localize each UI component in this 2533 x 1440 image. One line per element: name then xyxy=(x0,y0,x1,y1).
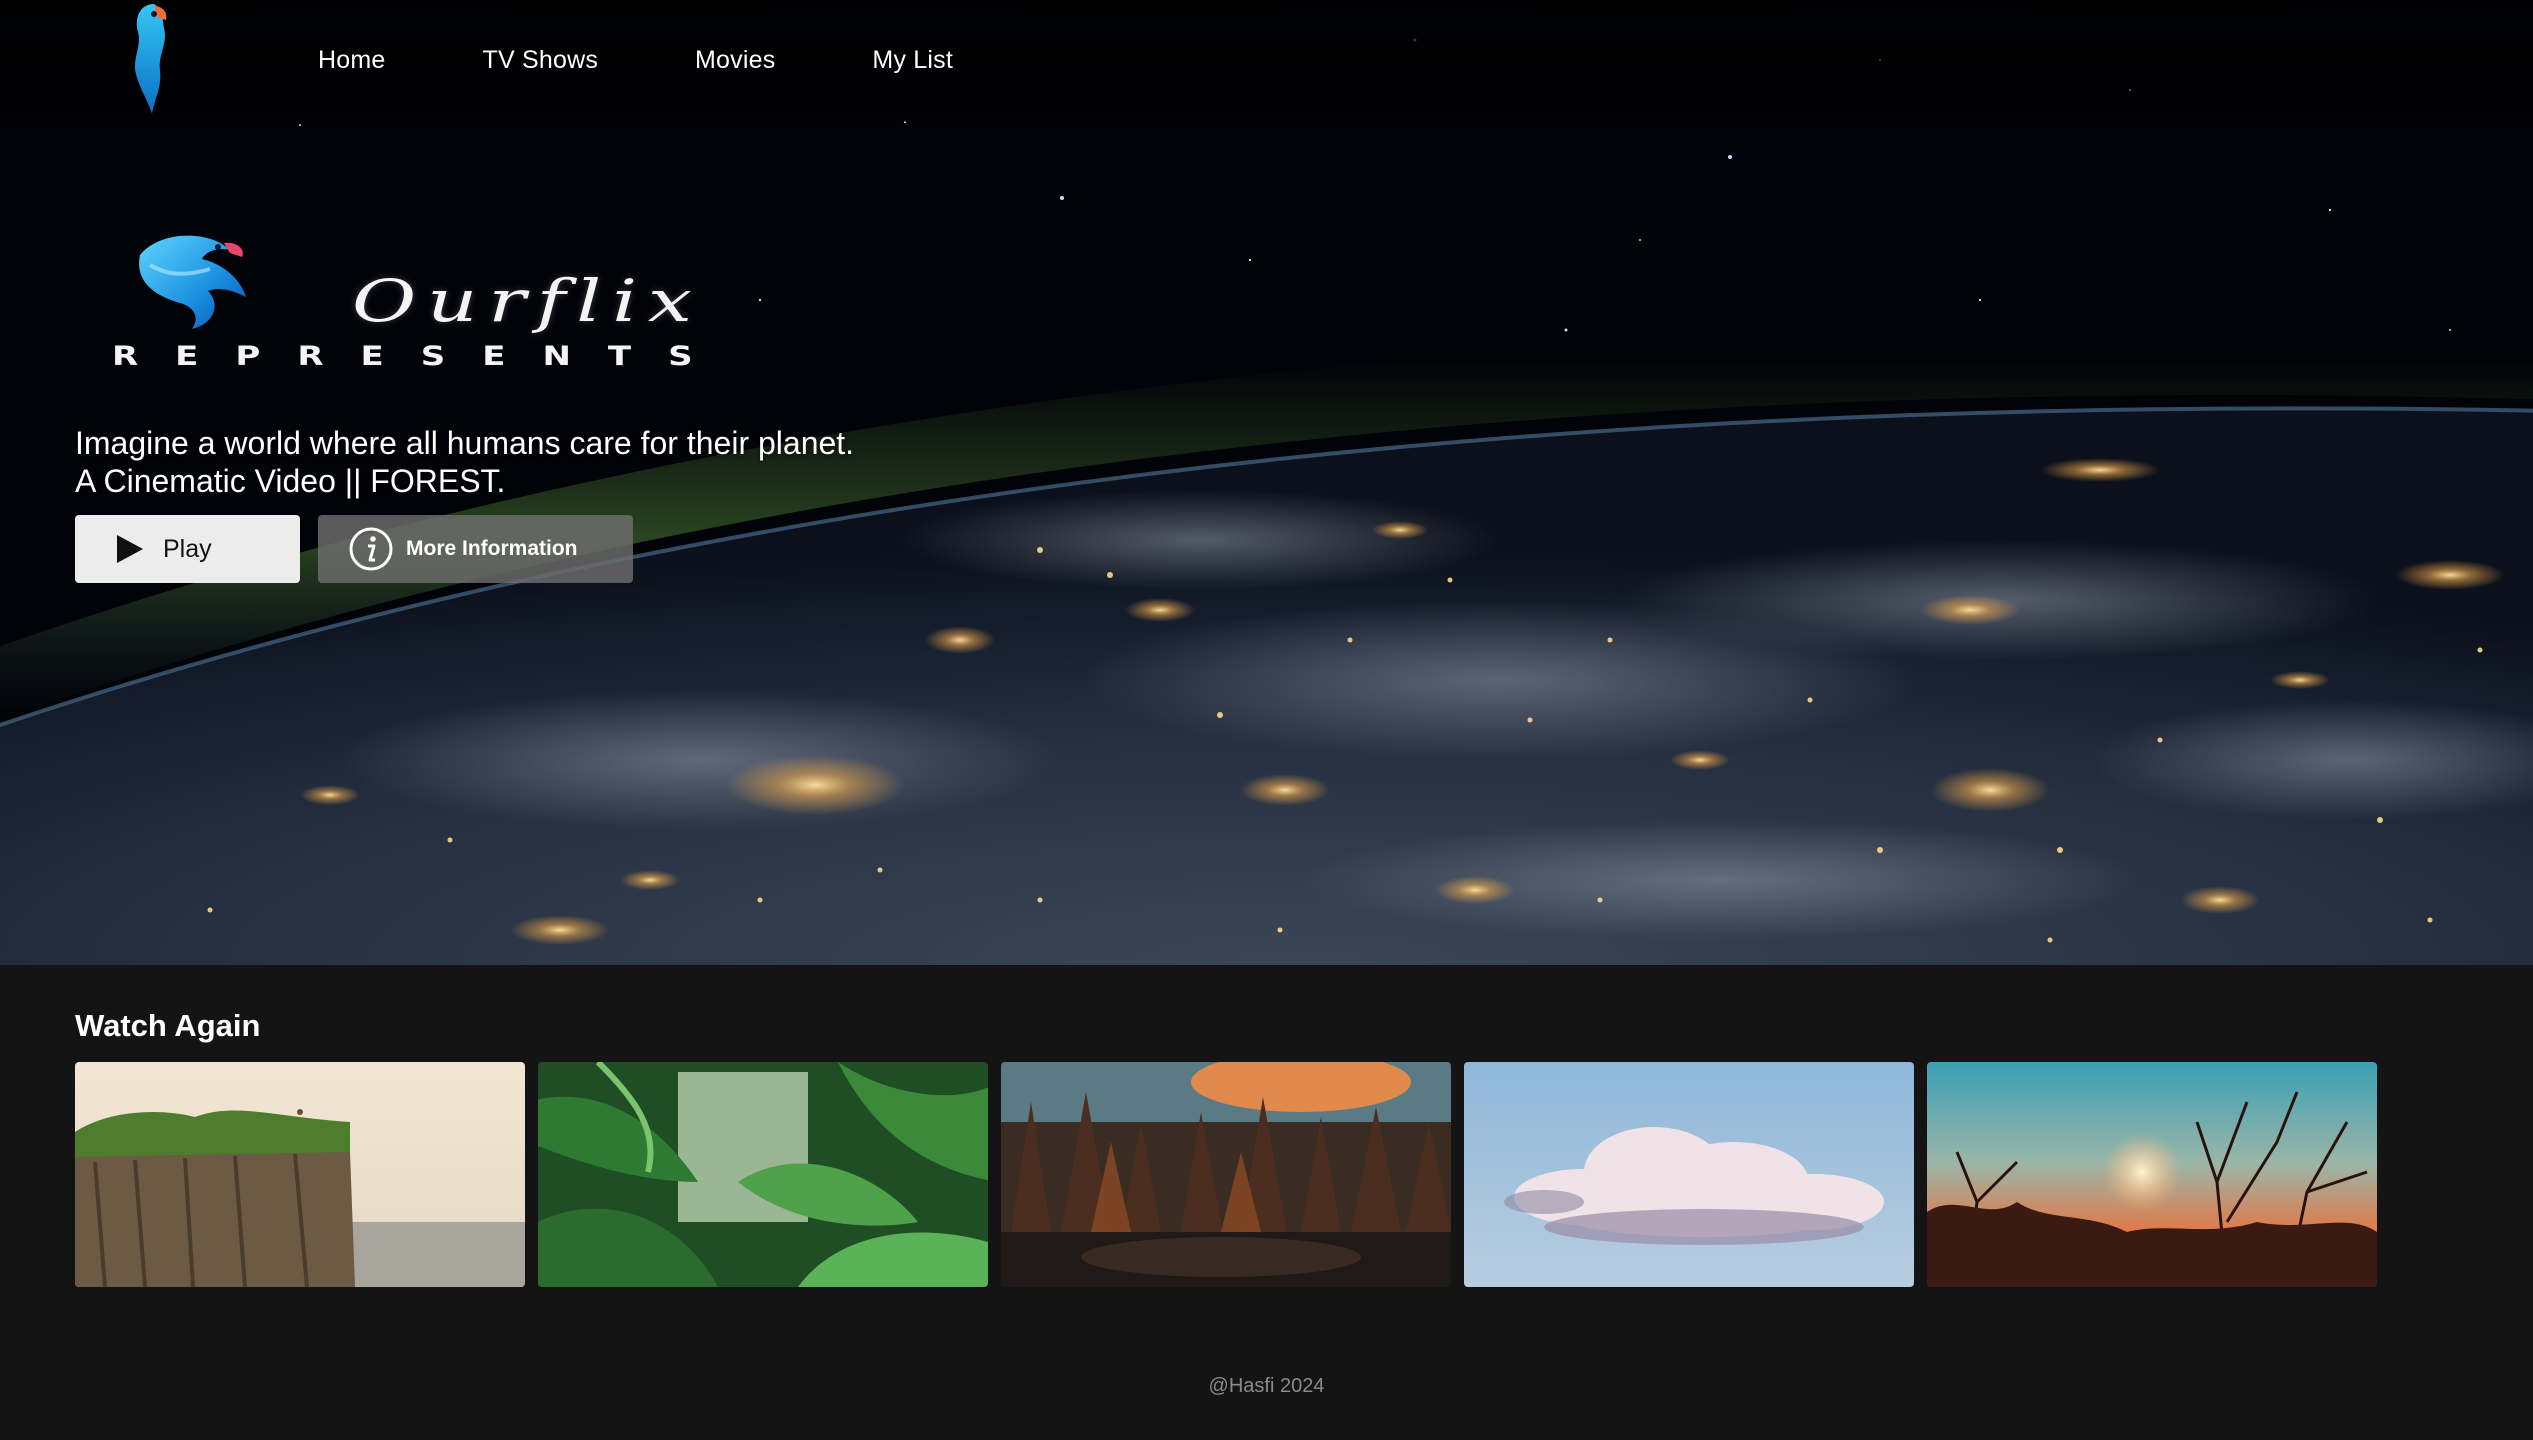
hero-actions: Play More Information xyxy=(75,515,633,583)
parrot-logo-icon[interactable] xyxy=(118,0,178,118)
watch-again-row xyxy=(75,1062,2377,1287)
footer-copyright: @Hasfi 2024 xyxy=(1208,1375,1325,1397)
nav-my-list[interactable]: My List xyxy=(872,42,953,78)
play-button-label: Play xyxy=(163,534,212,563)
play-icon xyxy=(117,535,143,563)
hero-description-line-1: Imagine a world where all humans care fo… xyxy=(75,425,855,461)
parrot-bird-icon xyxy=(139,235,246,329)
nav-movies[interactable]: Movies xyxy=(695,42,775,78)
cloud-sky-thumbnail[interactable] xyxy=(1464,1062,1914,1287)
nav-tv-shows[interactable]: TV Shows xyxy=(483,42,599,78)
brand-tagline: REPRESENTS xyxy=(112,341,730,373)
brand-name: Ourflix xyxy=(352,267,703,335)
cliff-ocean-thumbnail[interactable] xyxy=(75,1062,525,1287)
play-button[interactable]: Play xyxy=(75,515,300,583)
jungle-leaves-thumbnail[interactable] xyxy=(538,1062,988,1287)
watch-again-title: Watch Again xyxy=(75,1008,261,1043)
sunset-branches-thumbnail[interactable] xyxy=(1927,1062,2377,1287)
top-navbar: Home TV Shows Movies My List xyxy=(0,0,2533,122)
autumn-forest-lake-thumbnail[interactable] xyxy=(1001,1062,1451,1287)
more-information-button[interactable]: More Information xyxy=(318,515,633,583)
nav-home[interactable]: Home xyxy=(318,42,386,78)
hero-description-line-2: A Cinematic Video || FOREST. xyxy=(75,463,506,499)
hero-banner: Home TV Shows Movies My List Ourflix REP… xyxy=(0,0,2533,965)
hero-description: Imagine a world where all humans care fo… xyxy=(75,424,854,500)
info-icon xyxy=(349,527,393,571)
nav-links: Home TV Shows Movies My List xyxy=(318,42,953,78)
brand-title: Ourflix REPRESENTS xyxy=(110,225,830,395)
more-information-label: More Information xyxy=(406,537,578,560)
